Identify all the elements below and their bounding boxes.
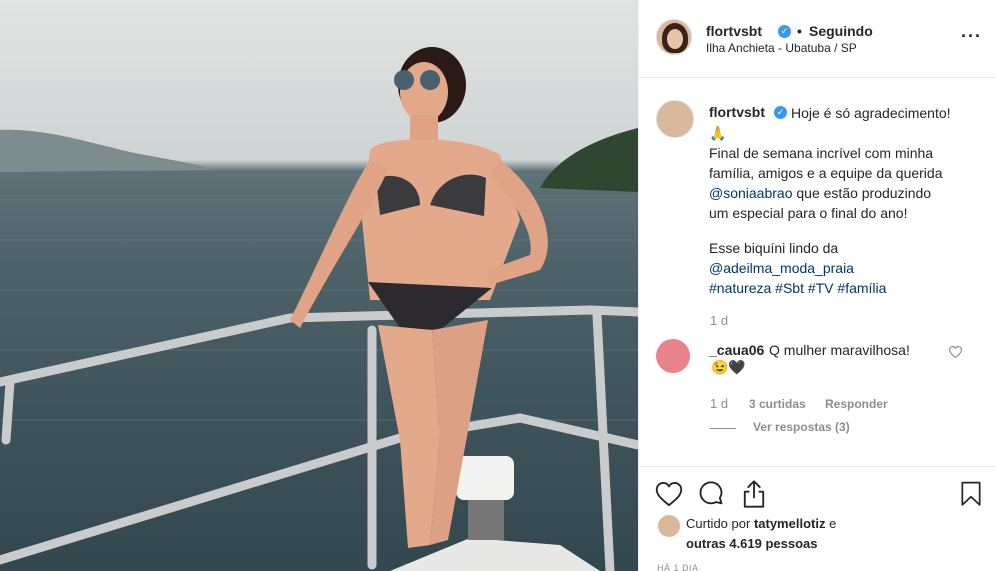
caption-line-3: Final de semana incrível com minha [709, 145, 934, 161]
commenter-avatar[interactable] [656, 339, 690, 373]
hashtags-links[interactable]: #natureza #Sbt #TV #família [709, 278, 886, 298]
liked-by-user-link[interactable]: tatymellotiz [754, 516, 826, 531]
comment-timestamp[interactable]: 1 d [710, 396, 728, 411]
likes-others-count[interactable]: outras 4.619 pessoas [686, 536, 818, 551]
mention-soniaabrao-link[interactable]: @soniaabrao [709, 185, 793, 201]
reply-button[interactable]: Responder [825, 397, 888, 411]
more-options-icon[interactable]: ··· [961, 26, 982, 47]
caption-verified-icon: ✓ [774, 106, 787, 119]
caption-line-7: Esse biquíni lindo da [709, 240, 839, 256]
liked-by-prefix: Curtido por [686, 516, 751, 531]
verified-badge-icon: ✓ [778, 25, 791, 38]
author-username[interactable]: flortvsbt [706, 23, 762, 39]
comment-emoji: 😉🖤 [711, 359, 746, 375]
caption-line-5: @soniaabrao que estão produzindo [709, 183, 931, 203]
post-date[interactable]: HÁ 1 DIA [657, 563, 699, 571]
caption-line-5-rest: que estão produzindo [792, 185, 932, 201]
author-avatar[interactable] [656, 19, 692, 55]
caption-timestamp[interactable]: 1 d [710, 313, 728, 328]
comment-text: Q mulher maravilhosa! [769, 342, 910, 358]
comment-bubble-icon[interactable] [697, 480, 725, 508]
post-side-panel: flortvsbt ✓ • Seguindo Ilha Anchieta - U… [638, 0, 996, 571]
caption-line-4: família, amigos e a equipe da querida [709, 165, 943, 181]
replies-divider [710, 428, 736, 429]
caption-avatar[interactable] [656, 100, 694, 138]
caption-line-6: um especial para o final do ano! [709, 205, 908, 221]
caption-username[interactable]: flortvsbt [709, 104, 765, 120]
header-separator: • [797, 23, 802, 39]
post-photo [0, 0, 638, 571]
liked-by-avatar[interactable] [658, 515, 680, 537]
comment-likes-count[interactable]: 3 curtidas [749, 397, 806, 411]
mention-adeilma-link[interactable]: @adeilma_moda_praia [709, 258, 854, 278]
follow-status-button[interactable]: Seguindo [809, 23, 873, 39]
share-icon[interactable] [740, 479, 768, 509]
caption-emoji-praying-hands-icon: 🙏 [709, 125, 727, 141]
save-bookmark-icon[interactable] [959, 481, 983, 507]
liked-by-suffix: e [829, 516, 837, 531]
photo-illustration [0, 47, 638, 571]
caption-line-1: Hoje é só agradecimento! [791, 105, 951, 121]
like-heart-icon[interactable] [655, 481, 683, 507]
view-replies-button[interactable]: Ver respostas (3) [753, 420, 850, 434]
post-header: flortvsbt ✓ • Seguindo Ilha Anchieta - U… [639, 0, 996, 78]
commenter-username[interactable]: _caua06 [709, 342, 764, 358]
post-location[interactable]: Ilha Anchieta - Ubatuba / SP [706, 41, 857, 55]
liked-by-text: Curtido por tatymellotiz e [686, 516, 836, 531]
comment-like-heart-icon[interactable] [949, 346, 962, 358]
